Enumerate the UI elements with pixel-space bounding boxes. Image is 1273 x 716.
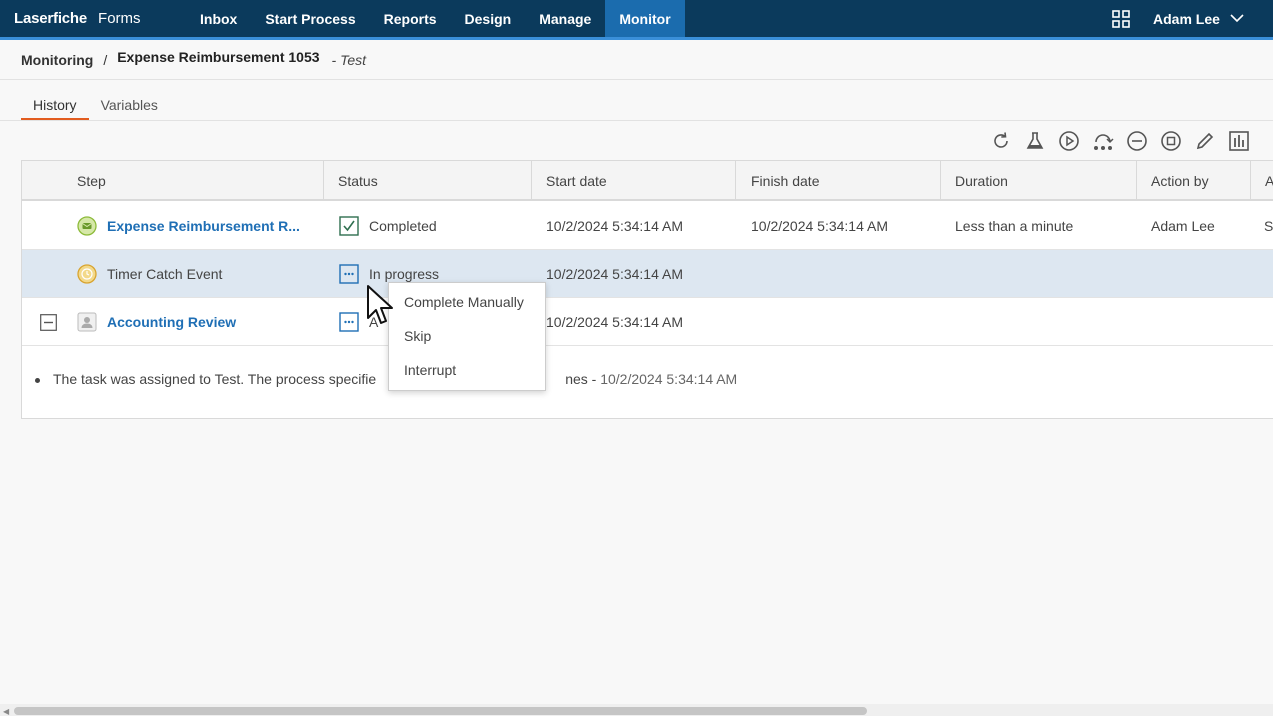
finish-date: 10/2/2024 5:34:14 AM [751,218,888,234]
menu-item-interrupt[interactable]: Interrupt [404,362,456,378]
tab-history[interactable]: History [21,92,89,121]
tabs-divider [0,120,1273,121]
start-date: 10/2/2024 5:34:14 AM [546,314,683,330]
product-name: Forms [98,10,141,27]
user-name: Adam Lee [1153,10,1220,27]
apps-grid-icon[interactable] [1112,10,1130,28]
column-divider[interactable] [323,161,324,201]
top-navigation-bar: Laserfiche Forms Inbox Start Process Rep… [0,0,1273,37]
breadcrumb-separator: / [103,52,108,68]
stop-icon[interactable] [1160,130,1182,152]
task-detail-note: The task was assigned to Test. The proce… [35,371,737,387]
scroll-left-arrow-icon[interactable]: ◀ [3,707,9,716]
step-link[interactable]: Expense Reimbursement R... [107,202,300,250]
start-date: 10/2/2024 5:34:14 AM [546,218,683,234]
timer-icon [77,264,97,284]
main-nav: Inbox Start Process Reports Design Manag… [186,0,685,37]
table-row-selected[interactable]: Timer Catch Event In progress 10/2/2024 … [22,250,1273,298]
bullet [35,377,40,383]
breadcrumb-suffix: - Test [331,52,367,68]
duration: Less than a minute [955,218,1074,234]
menu-item-complete-manually[interactable]: Complete Manually [404,294,524,310]
brand-logo: Laserfiche [14,10,88,27]
start-date: 10/2/2024 5:34:14 AM [546,266,683,282]
nav-item-manage[interactable]: Manage [525,0,605,37]
topbar-accent-line [0,37,1273,40]
user-menu[interactable]: Adam Lee [1153,0,1244,37]
column-header-start-date[interactable]: Start date [546,161,607,201]
step-link[interactable]: Accounting Review [107,298,236,346]
brand[interactable]: Laserfiche Forms [14,10,141,27]
in-progress-icon [339,312,359,332]
column-divider[interactable] [1250,161,1251,201]
message-start-icon [77,216,97,236]
column-header-finish-date[interactable]: Finish date [751,161,819,201]
note-text-start: The task was assigned to Test. The proce… [53,371,377,387]
user-task-icon [77,312,97,332]
column-header-step[interactable]: Step [77,161,106,201]
chevron-down-icon [1230,14,1244,23]
horizontal-scrollbar[interactable]: ◀ [0,704,1273,716]
action-by: Adam Lee [1151,218,1215,234]
nav-item-start-process[interactable]: Start Process [251,0,369,37]
menu-item-skip[interactable]: Skip [404,328,431,344]
history-grid: Step Status Start date Finish date Durat… [21,160,1273,419]
step-action-menu: Complete Manually Skip Interrupt [388,282,546,391]
column-divider[interactable] [531,161,532,201]
scrollbar-thumb[interactable] [14,707,867,715]
grid-header: Step Status Start date Finish date Durat… [22,161,1273,201]
column-divider[interactable] [1136,161,1137,201]
test-flask-icon[interactable] [1024,130,1046,152]
nav-item-design[interactable]: Design [451,0,526,37]
in-progress-icon [339,264,359,284]
nav-item-inbox[interactable]: Inbox [186,0,251,37]
nav-item-reports[interactable]: Reports [370,0,451,37]
terminate-icon[interactable] [1126,130,1148,152]
step-name: Timer Catch Event [107,266,223,282]
column-header-status[interactable]: Status [338,161,378,201]
column-header-truncated[interactable]: A [1265,161,1273,201]
resume-icon[interactable] [1058,130,1080,152]
mouse-cursor-icon [367,285,393,324]
nav-item-monitor[interactable]: Monitor [605,0,685,37]
tab-variables[interactable]: Variables [89,92,170,121]
table-row[interactable]: Expense Reimbursement R... Completed 10/… [22,202,1273,250]
truncated-cell: Su [1264,218,1273,234]
table-row[interactable]: Accounting Review A 10/2/2024 5:34:14 AM [22,298,1273,346]
column-header-action-by[interactable]: Action by [1151,161,1209,201]
tab-bar: History Variables [21,92,170,121]
breadcrumb-divider [0,79,1273,80]
column-divider[interactable] [735,161,736,201]
breadcrumb-current: Expense Reimbursement 1053 [117,49,320,65]
reroute-icon[interactable] [1092,130,1114,152]
status-text: Completed [369,218,437,234]
history-toolbar [990,130,1262,152]
refresh-icon[interactable] [990,130,1012,152]
edit-icon[interactable] [1194,130,1216,152]
note-timestamp: 10/2/2024 5:34:14 AM [600,371,738,387]
column-header-duration[interactable]: Duration [955,161,1008,201]
note-text-end: nes - [565,371,597,387]
breadcrumb-monitoring[interactable]: Monitoring [21,52,93,68]
collapse-icon[interactable] [40,314,57,331]
breadcrumb: Monitoring / Expense Reimbursement 1053 … [21,48,366,72]
column-divider[interactable] [940,161,941,201]
chart-icon[interactable] [1228,130,1250,152]
check-icon [339,216,359,236]
